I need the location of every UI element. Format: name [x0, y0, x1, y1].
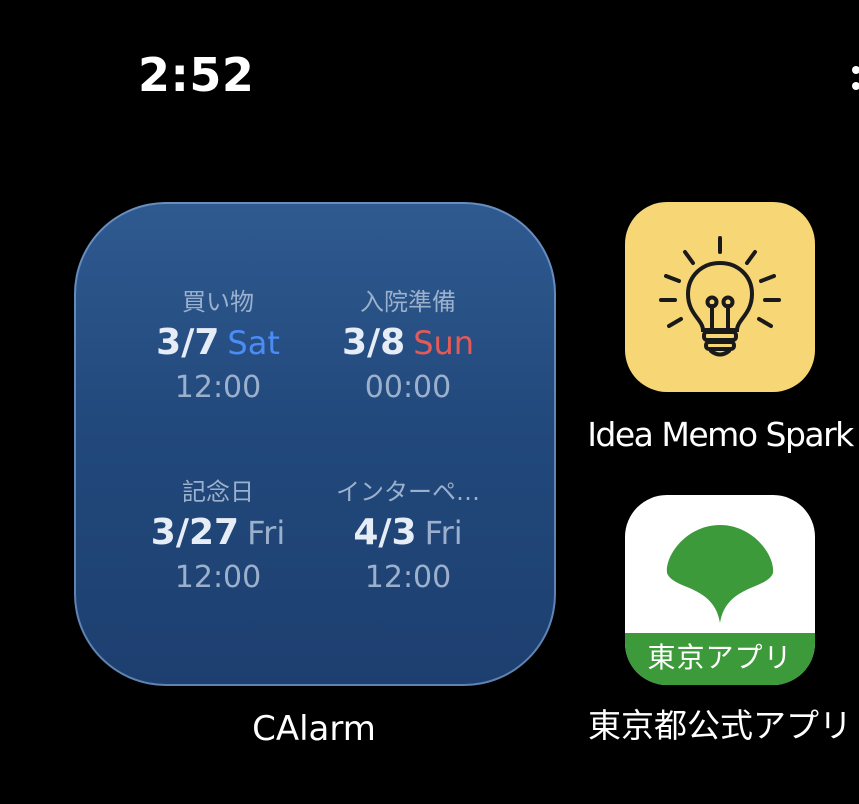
alarm-time: 12:00	[174, 370, 262, 405]
idea-memo-spark-app-icon[interactable]	[625, 202, 815, 392]
alarm-name: 入院準備	[360, 288, 456, 316]
alarm-item[interactable]: インターペ… 4/3 Fri 12:00	[298, 480, 518, 593]
alarm-time: 12:00	[364, 560, 452, 595]
widget-label: CAlarm	[252, 709, 376, 749]
alarm-date: 3/27	[150, 512, 240, 553]
status-time: 2:52	[138, 48, 255, 102]
alarm-date: 3/7	[156, 322, 220, 363]
alarm-item[interactable]: 記念日 3/27 Fri 12:00	[108, 480, 328, 593]
tokyo-app-icon-text: 東京アプリ	[647, 641, 793, 674]
alarm-date: 4/3	[353, 512, 417, 553]
alarm-name: 記念日	[182, 478, 254, 506]
app-label: Idea Memo Spark	[587, 415, 854, 454]
alarm-name: 買い物	[182, 288, 254, 316]
alarm-item[interactable]: 買い物 3/7 Sat 12:00	[108, 290, 328, 403]
alarm-time: 12:00	[174, 560, 262, 595]
alarm-day: Sun	[413, 324, 475, 362]
alarm-item[interactable]: 入院準備 3/8 Sun 00:00	[298, 290, 518, 403]
calarm-widget[interactable]: 買い物 3/7 Sat 12:00 入院準備 3/8 Sun 00:00 記念日 3…	[74, 202, 556, 686]
lightbulb-icon	[659, 236, 781, 357]
alarm-day: Sat	[227, 324, 280, 362]
alarm-date: 3/8	[341, 322, 406, 363]
app-label: 東京都公式アプリ	[588, 706, 852, 745]
alarm-day: Fri	[247, 514, 286, 552]
tokyo-app-icon[interactable]: 東京アプリ	[625, 495, 815, 685]
alarm-time: 00:00	[364, 370, 452, 405]
tokyo-app-band: 東京アプリ	[625, 633, 815, 685]
alarm-name: インターペ…	[336, 478, 480, 506]
alarm-day: Fri	[424, 514, 463, 552]
status-indicator-icon	[852, 66, 859, 96]
